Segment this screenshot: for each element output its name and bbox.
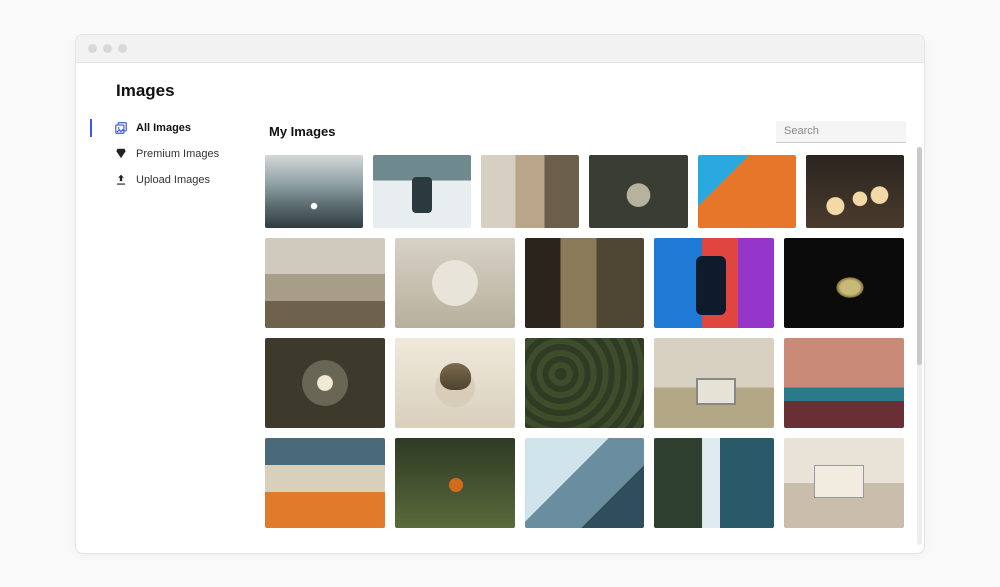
image-thumb[interactable] [395, 438, 515, 528]
browser-titlebar [76, 35, 924, 63]
main-panel: My Images [251, 111, 924, 553]
image-thumb[interactable] [525, 438, 645, 528]
columns: All Images Premium Images Upload Images [76, 111, 924, 553]
image-thumb[interactable] [654, 438, 774, 528]
image-thumb[interactable] [525, 338, 645, 428]
window-dot [118, 44, 127, 53]
sidebar-item-label: Upload Images [136, 174, 210, 186]
image-thumb[interactable] [784, 338, 904, 428]
gallery-scroll[interactable] [265, 155, 910, 553]
image-thumb[interactable] [784, 238, 904, 328]
image-thumb[interactable] [589, 155, 687, 229]
gallery-row [265, 438, 904, 528]
image-thumb[interactable] [806, 155, 904, 229]
sidebar: All Images Premium Images Upload Images [76, 111, 251, 553]
image-thumb[interactable] [373, 155, 471, 229]
window-dot [103, 44, 112, 53]
main-title: My Images [269, 124, 335, 139]
image-thumb[interactable] [265, 438, 385, 528]
image-thumb[interactable] [525, 238, 645, 328]
browser-frame: Images All Images [75, 34, 925, 554]
scrollbar-thumb[interactable] [917, 147, 922, 366]
image-thumb[interactable] [395, 338, 515, 428]
search-input[interactable] [784, 125, 924, 137]
window-dot [88, 44, 97, 53]
gallery-row [265, 338, 904, 428]
image-thumb[interactable] [265, 155, 363, 229]
upload-icon [114, 173, 128, 187]
image-thumb[interactable] [265, 238, 385, 328]
image-thumb[interactable] [654, 238, 774, 328]
search-field[interactable] [776, 121, 906, 143]
scrollbar-track[interactable] [917, 147, 922, 545]
image-thumb[interactable] [481, 155, 579, 229]
sidebar-item-premium-images[interactable]: Premium Images [104, 141, 251, 167]
sidebar-item-all-images[interactable]: All Images [104, 115, 251, 141]
image-thumb[interactable] [395, 238, 515, 328]
image-thumb[interactable] [698, 155, 796, 229]
gallery-row [265, 155, 904, 229]
image-thumb[interactable] [654, 338, 774, 428]
image-thumb[interactable] [265, 338, 385, 428]
images-stack-icon [114, 121, 128, 135]
gallery-row [265, 238, 904, 328]
page-title: Images [76, 63, 924, 111]
diamond-icon [114, 147, 128, 161]
sidebar-item-label: All Images [136, 122, 191, 134]
image-thumb[interactable] [784, 438, 904, 528]
main-header: My Images [265, 117, 910, 155]
sidebar-item-label: Premium Images [136, 148, 219, 160]
app-root: Images All Images [76, 63, 924, 553]
sidebar-item-upload-images[interactable]: Upload Images [104, 167, 251, 193]
